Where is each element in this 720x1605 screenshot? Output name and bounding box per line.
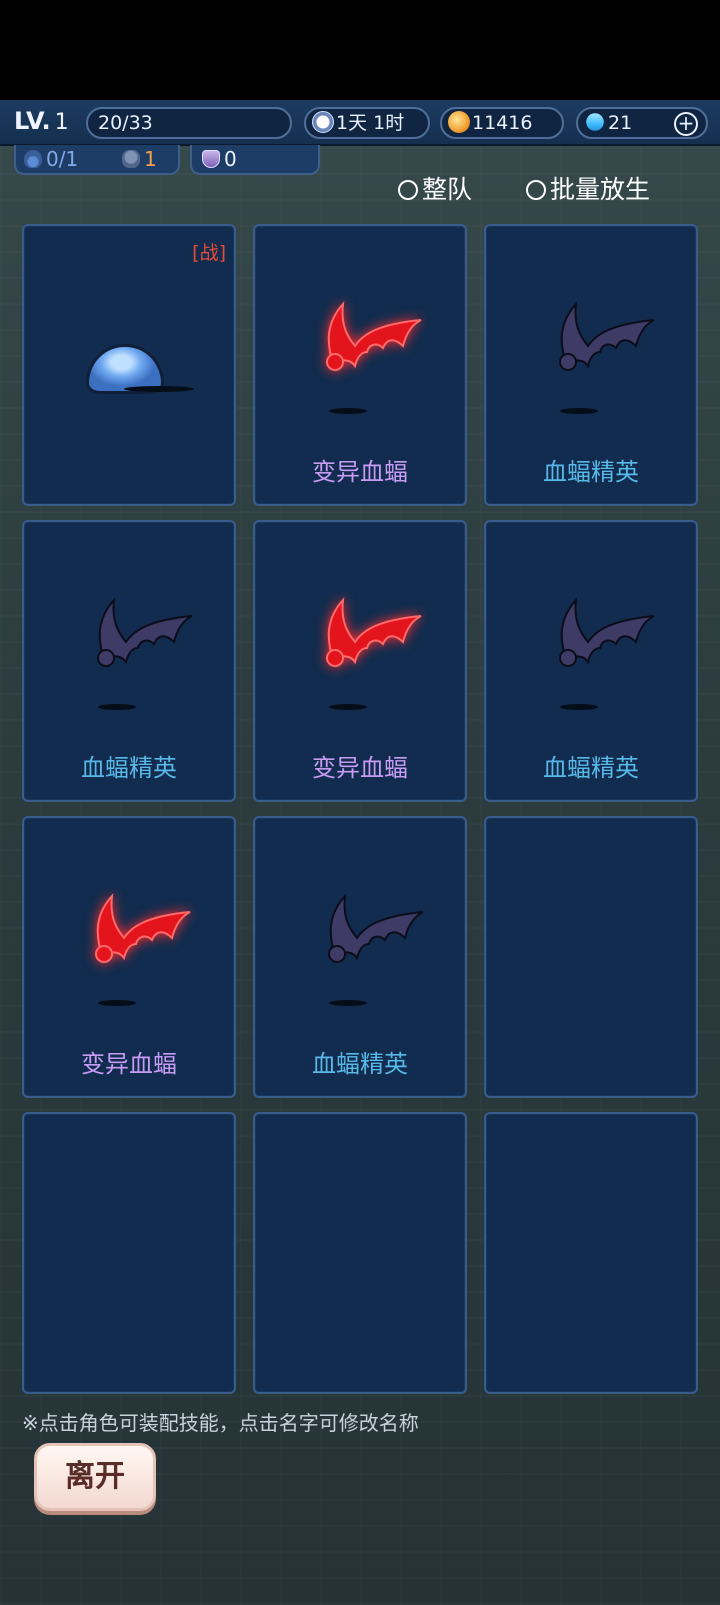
pet-name[interactable]: 变异血蝠 xyxy=(255,748,465,783)
pet-name[interactable]: 血蝠精英 xyxy=(24,748,234,783)
clock-icon xyxy=(312,111,334,133)
batch-release-toggle[interactable]: 批量放生 xyxy=(526,170,650,206)
gem-value: 21 xyxy=(608,112,633,134)
red-bat-sprite xyxy=(297,590,427,680)
dark-bat-sprite xyxy=(68,590,198,680)
pet-name[interactable]: 变异血蝠 xyxy=(255,452,465,487)
empty-slot-12[interactable] xyxy=(484,1112,698,1394)
batch-release-label: 批量放生 xyxy=(550,175,651,204)
fire-stat-value: 0/1 xyxy=(46,147,79,171)
add-gems-button[interactable]: + xyxy=(674,112,698,136)
fire-icon xyxy=(24,150,42,168)
minion-icon xyxy=(122,150,140,168)
pet-card-6[interactable]: 血蝠精英 xyxy=(484,520,698,802)
shield-stat-value: 0 xyxy=(224,147,237,171)
gem-pill: 21 + xyxy=(576,107,708,139)
minion-stat-value: 1 xyxy=(144,147,157,171)
sprite-shadow xyxy=(98,1000,136,1006)
gem-icon xyxy=(582,109,608,135)
pet-card-4[interactable]: 血蝠精英 xyxy=(22,520,236,802)
gold-value: 11416 xyxy=(472,112,533,134)
exp-value: 20/33 xyxy=(98,112,153,134)
pet-name[interactable]: 血蝠精英 xyxy=(486,748,696,783)
sprite-shadow xyxy=(124,386,194,392)
minion-stat: 1 xyxy=(122,148,157,170)
radio-icon xyxy=(526,180,546,200)
top-hud: LV. 1 20/33 1天 1时 11416 21 + 0/1 1 0 xyxy=(0,100,720,180)
fire-stat: 0/1 xyxy=(24,148,78,170)
gold-pill: 11416 xyxy=(440,107,564,139)
formation-toggle[interactable]: 整队 xyxy=(398,170,472,206)
red-bat-sprite xyxy=(297,294,427,384)
sprite-shadow xyxy=(98,704,136,710)
pet-name[interactable]: 变异血蝠 xyxy=(24,1044,234,1079)
empty-slot-10[interactable] xyxy=(22,1112,236,1394)
sprite-shadow xyxy=(329,408,367,414)
pet-name[interactable]: 血蝠精英 xyxy=(486,452,696,487)
pet-card-1[interactable]: [战] xyxy=(22,224,236,506)
empty-slot-9[interactable] xyxy=(484,816,698,1098)
exp-pill: 20/33 xyxy=(86,107,292,139)
dark-bat-sprite xyxy=(530,294,660,384)
pet-card-2[interactable]: 变异血蝠 xyxy=(253,224,467,506)
time-value: 1天 1时 xyxy=(336,112,405,134)
coin-icon xyxy=(448,111,470,133)
status-bar-area xyxy=(0,0,720,100)
sprite-shadow xyxy=(329,704,367,710)
shield-icon xyxy=(202,150,220,168)
level-value: 1 xyxy=(54,110,69,135)
pet-name[interactable]: 血蝠精英 xyxy=(255,1044,465,1079)
leave-button[interactable]: 离开 xyxy=(34,1443,156,1511)
level-display: LV. 1 xyxy=(14,107,69,135)
pet-card-8[interactable]: 血蝠精英 xyxy=(253,816,467,1098)
red-bat-sprite xyxy=(66,886,196,976)
pet-card-3[interactable]: 血蝠精英 xyxy=(484,224,698,506)
battle-tag: [战] xyxy=(192,242,226,264)
sprite-shadow xyxy=(329,1000,367,1006)
pet-card-7[interactable]: 变异血蝠 xyxy=(22,816,236,1098)
level-label: LV. xyxy=(14,107,51,135)
empty-slot-11[interactable] xyxy=(253,1112,467,1394)
time-pill: 1天 1时 xyxy=(304,107,430,139)
hud-resource-bar: LV. 1 20/33 1天 1时 11416 21 + xyxy=(0,100,720,146)
radio-icon xyxy=(398,180,418,200)
dark-bat-sprite xyxy=(299,886,429,976)
dark-bat-sprite xyxy=(530,590,660,680)
hud-stats-left: 0/1 1 xyxy=(14,145,180,175)
hud-stats-right: 0 xyxy=(190,145,320,175)
shield-stat: 0 xyxy=(202,148,237,170)
sprite-shadow xyxy=(560,704,598,710)
hint-text: ※点击角色可装配技能，点击名字可修改名称 xyxy=(22,1411,419,1435)
sprite-shadow xyxy=(560,408,598,414)
formation-label: 整队 xyxy=(422,175,473,204)
pet-card-5[interactable]: 变异血蝠 xyxy=(253,520,467,802)
